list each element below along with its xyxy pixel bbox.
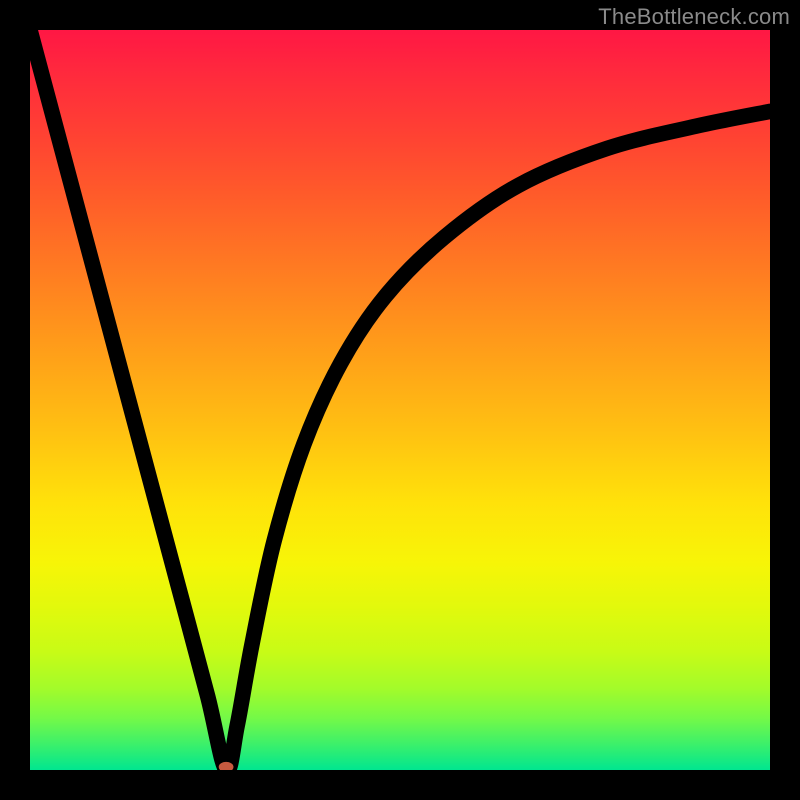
- plot-area: [30, 30, 770, 770]
- curve-svg: [30, 30, 770, 770]
- bottleneck-curve: [30, 30, 770, 770]
- chart-frame: TheBottleneck.com: [0, 0, 800, 800]
- watermark-text: TheBottleneck.com: [598, 4, 790, 30]
